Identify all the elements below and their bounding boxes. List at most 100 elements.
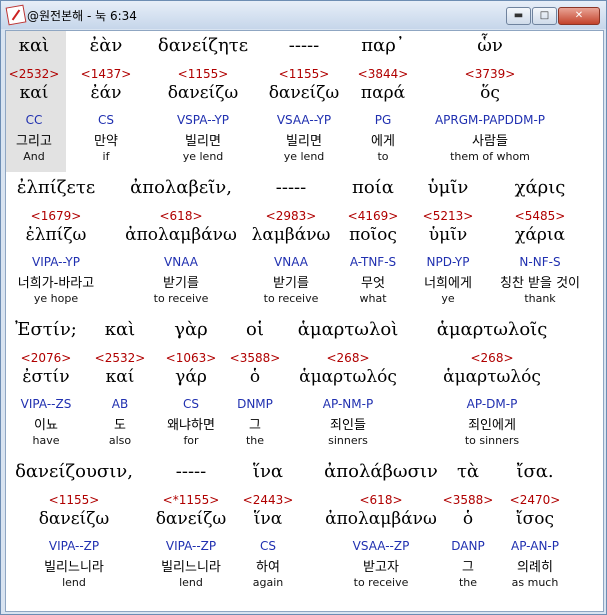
strong-number[interactable]: <1155> xyxy=(49,493,100,507)
strong-number[interactable]: <2532> xyxy=(9,67,60,81)
strong-number[interactable]: <3588> xyxy=(230,351,281,365)
strong-number[interactable]: <4169> xyxy=(348,209,399,223)
english-gloss: as much xyxy=(511,576,559,589)
lemma-word: χάρια xyxy=(515,225,565,245)
parsing-code: CC xyxy=(25,113,43,127)
strong-number[interactable]: <1679> xyxy=(31,209,82,223)
parsing-code: VSAA--YP xyxy=(276,113,332,127)
korean-gloss: 너희가-바라고 xyxy=(17,276,95,291)
parsing-code: VSPA--YP xyxy=(176,113,230,127)
lemma-word: δανείζω xyxy=(38,509,110,529)
greek-word: παρ᾽ xyxy=(361,35,405,56)
parsing-code: DNMP xyxy=(237,397,273,411)
strong-number[interactable]: <1063> xyxy=(166,351,217,365)
greek-word: Ἐστίν; xyxy=(15,319,77,340)
korean-gloss: 사람들 xyxy=(472,134,508,149)
strong-number[interactable]: <268> xyxy=(470,351,513,365)
greek-word: ἀπολάβωσιν xyxy=(324,461,438,482)
parsing-code: PG xyxy=(374,113,392,127)
greek-word: τὰ xyxy=(456,461,480,482)
greek-word: ποία xyxy=(352,177,394,198)
lemma-word: ἀπολαμβάνω xyxy=(325,509,437,529)
parsing-code: AP-NM-P xyxy=(322,397,374,411)
english-gloss: the xyxy=(458,576,478,589)
strong-number[interactable]: <3739> xyxy=(465,67,516,81)
app-window: @원전본해 - 눅 6:34 ▬ □ ✕ καὶ <2532> καί CC 그리고 An… xyxy=(0,0,607,615)
strong-number[interactable]: <1155> xyxy=(279,67,330,81)
english-gloss: also xyxy=(108,434,132,447)
strong-number[interactable]: <268> xyxy=(326,351,369,365)
lemma-word: λαμβάνω xyxy=(251,225,331,245)
parsing-code: APRGM-PAPDDM-P xyxy=(434,113,546,127)
english-gloss: And xyxy=(23,150,45,163)
greek-word: ἁμαρτωλοῖς xyxy=(436,319,548,340)
strong-number[interactable]: <2443> xyxy=(243,493,294,507)
lemma-word: παρά xyxy=(360,83,406,103)
greek-word: ἐλπίζετε xyxy=(16,177,96,198)
strong-number[interactable]: <*1155> xyxy=(163,493,220,507)
english-gloss: if xyxy=(102,150,110,163)
greek-word: ἐὰν xyxy=(89,35,123,56)
parsing-code: VIPA--ZP xyxy=(165,539,217,553)
interlinear-panel: καὶ <2532> καί CC 그리고 And ἐὰν <1437> ἐάν CS 만약 if δα… xyxy=(5,30,604,612)
lemma-word: καί xyxy=(105,367,135,387)
strong-number[interactable]: <2470> xyxy=(510,493,561,507)
lemma-word: δανείζω xyxy=(155,509,227,529)
greek-word: ἀπολαβεῖν, xyxy=(130,177,232,198)
strong-number[interactable]: <5213> xyxy=(423,209,474,223)
greek-word: οἱ xyxy=(246,319,264,340)
strong-number[interactable]: <2983> xyxy=(266,209,317,223)
korean-gloss: 그리고 xyxy=(16,134,52,149)
strong-number[interactable]: <3588> xyxy=(443,493,494,507)
strong-number[interactable]: <2076> xyxy=(21,351,72,365)
korean-gloss: 빌리느니라 xyxy=(44,560,104,575)
korean-gloss: 도 xyxy=(114,418,126,433)
strong-number[interactable]: <618> xyxy=(159,209,202,223)
strong-number[interactable]: <3844> xyxy=(358,67,409,81)
lemma-word: ἀπολαμβάνω xyxy=(125,225,237,245)
english-gloss: to xyxy=(377,150,389,163)
app-icon[interactable] xyxy=(5,4,27,26)
lemma-word: δανείζω xyxy=(268,83,340,103)
parsing-code: DANP xyxy=(451,539,485,553)
english-gloss: them of whom xyxy=(450,150,530,163)
english-gloss: ye hope xyxy=(33,292,79,305)
greek-word: ----- xyxy=(175,461,207,482)
greek-word: ἴσα. xyxy=(516,461,554,482)
greek-word: ----- xyxy=(275,177,307,198)
parsing-code: VIPA--YP xyxy=(32,255,80,269)
korean-gloss: 이뇨 xyxy=(34,418,58,433)
lemma-word: δανείζω xyxy=(167,83,239,103)
korean-gloss: 에게 xyxy=(371,134,395,149)
title-bar[interactable]: @원전본해 - 눅 6:34 ▬ □ ✕ xyxy=(1,1,606,29)
korean-gloss: 그 xyxy=(249,418,261,433)
minimize-button[interactable]: ▬ xyxy=(506,7,531,25)
maximize-button[interactable]: □ xyxy=(532,7,557,25)
korean-gloss: 받기를 xyxy=(273,276,309,291)
english-gloss: ye lend xyxy=(182,150,224,163)
english-gloss: lend xyxy=(179,576,203,589)
english-gloss: to receive xyxy=(353,576,409,589)
strong-number[interactable]: <1155> xyxy=(178,67,229,81)
greek-word: ἵνα xyxy=(252,461,284,482)
parsing-code: AP-AN-P xyxy=(511,539,559,553)
korean-gloss: 만약 xyxy=(94,134,118,149)
strong-number[interactable]: <618> xyxy=(359,493,402,507)
english-gloss: to sinners xyxy=(464,434,520,447)
parsing-code: NPD-YP xyxy=(426,255,470,269)
strong-number[interactable]: <5485> xyxy=(515,209,566,223)
lemma-word: ἐάν xyxy=(90,83,122,103)
lemma-word: ἵνα xyxy=(253,509,283,529)
korean-gloss: 그 xyxy=(462,560,474,575)
strong-number[interactable]: <2532> xyxy=(95,351,146,365)
english-gloss: to receive xyxy=(263,292,319,305)
lemma-word: ἴσος xyxy=(515,509,555,529)
greek-word: ὑμῖν xyxy=(427,177,469,198)
greek-word: καὶ xyxy=(18,35,50,56)
english-gloss: again xyxy=(252,576,284,589)
strong-number[interactable]: <1437> xyxy=(81,67,132,81)
lemma-word: γάρ xyxy=(175,367,207,387)
window-title: @원전본해 - 눅 6:34 xyxy=(27,9,137,23)
close-button[interactable]: ✕ xyxy=(558,7,600,25)
greek-word: καὶ xyxy=(104,319,136,340)
